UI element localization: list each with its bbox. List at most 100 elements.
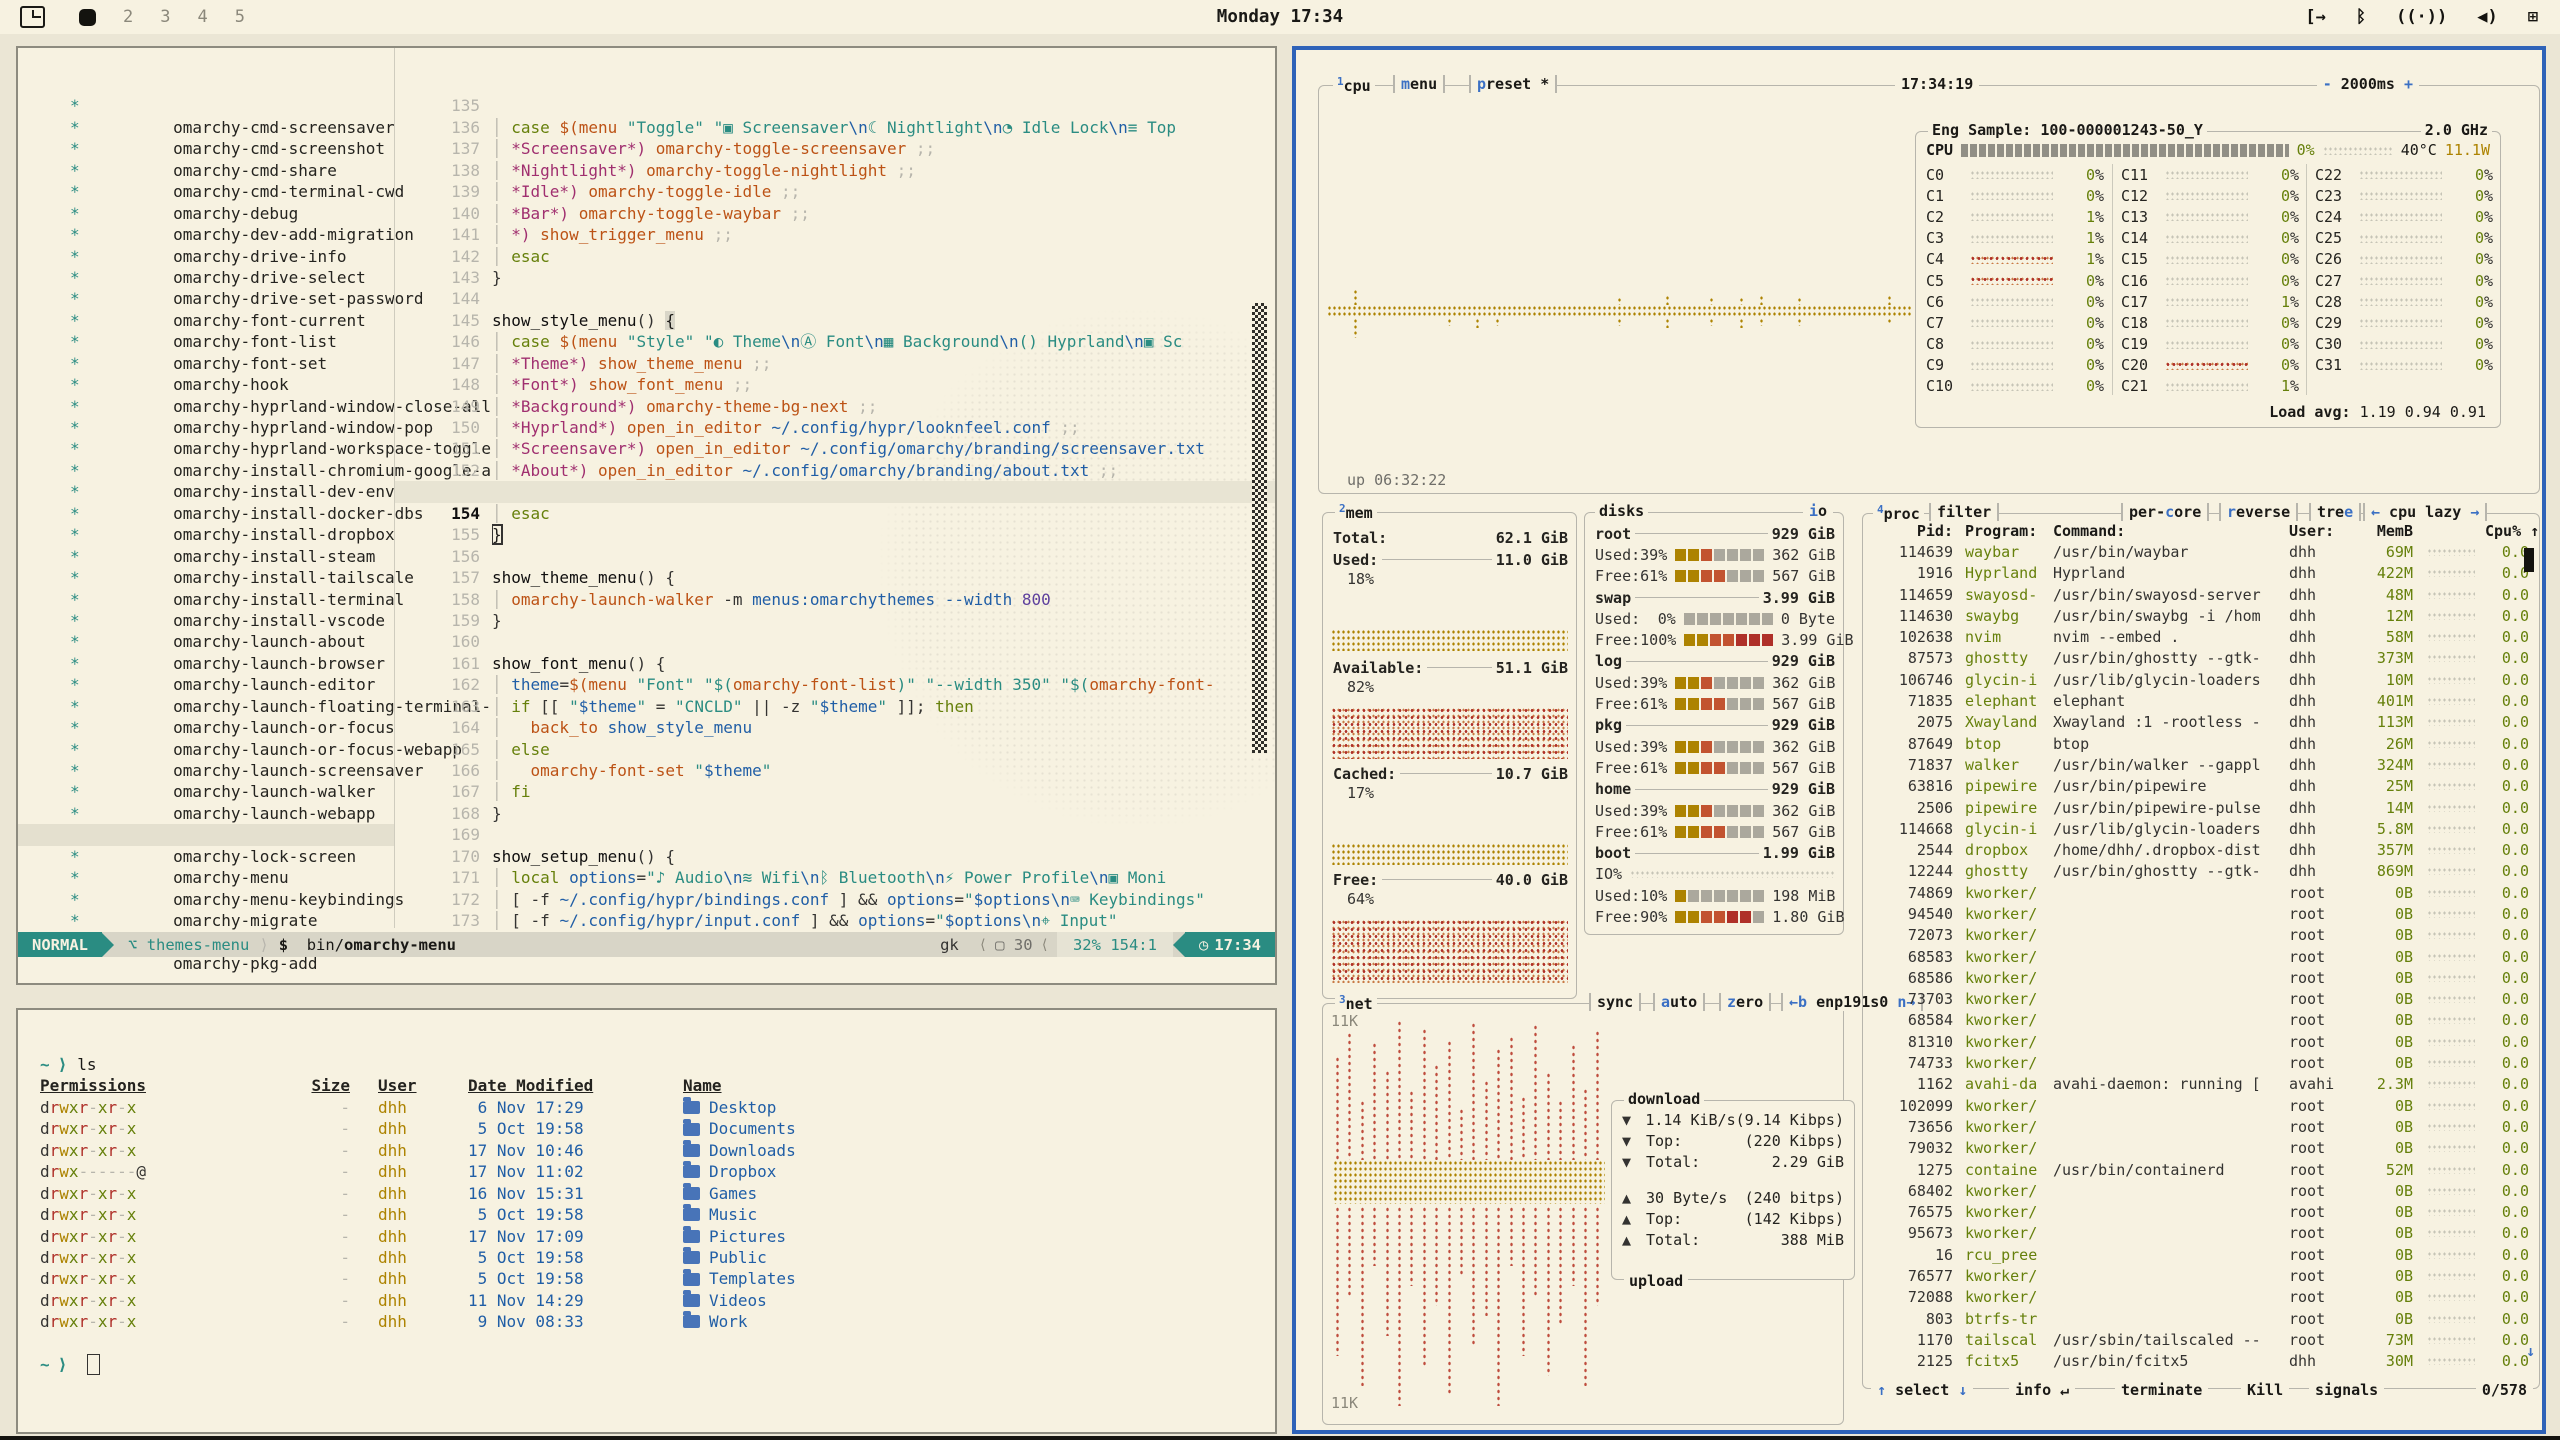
directory-name[interactable]: Games	[683, 1183, 757, 1204]
file-list-item[interactable]: * omarchy-launch-floating-terminal-	[18, 653, 394, 674]
disk-entry[interactable]: boot1.99 GiB IO% Used:10%198 MiB Free:90…	[1595, 842, 1835, 927]
file-list-item[interactable]: * omarchy-migrate	[18, 867, 394, 888]
directory-name[interactable]: Dropbox	[683, 1161, 776, 1182]
zero-button[interactable]: zero	[1719, 993, 1771, 1011]
process-row[interactable]: 114668 glycin-i /usr/lib/glycin-loaders …	[1863, 818, 2539, 839]
file-list-item[interactable]: * omarchy-install-dropbox	[18, 481, 394, 502]
directory-name[interactable]: Work	[683, 1311, 748, 1332]
terminate-button[interactable]: terminate	[2115, 1381, 2208, 1399]
process-row[interactable]: 87649 btop btop dhh 26M 0.0	[1863, 733, 2539, 754]
process-row[interactable]: 74733 kworker/ root 0B 0.0	[1863, 1052, 2539, 1073]
directory-name[interactable]: Templates	[683, 1268, 796, 1289]
code-buffer[interactable]: 135 │ case $(menu "Toggle" "▣ Screensave…	[395, 74, 1275, 932]
sync-button[interactable]: sync	[1589, 993, 1641, 1011]
directory-name[interactable]: Videos	[683, 1290, 767, 1311]
file-list-item[interactable]: * omarchy-font-list	[18, 288, 394, 309]
preset-button[interactable]: preset *	[1469, 75, 1557, 93]
prompt-line[interactable]: ~ ⟩	[40, 1354, 1265, 1375]
process-row[interactable]: 68583 kworker/ root 0B 0.0	[1863, 946, 2539, 967]
cpu-tray-icon[interactable]: ⊞	[2528, 7, 2538, 27]
file-list-item[interactable]: * omarchy-install-dev-env	[18, 438, 394, 459]
screencast-icon[interactable]: [→	[2305, 7, 2325, 27]
disk-entry[interactable]: root929 GiB Used:39%362 GiB Free:61%567 …	[1595, 523, 1835, 587]
process-row[interactable]: 71835 elephant elephant dhh 401M 0.0	[1863, 690, 2539, 711]
process-row[interactable]: 73656 kworker/ root 0B 0.0	[1863, 1116, 2539, 1137]
file-list-item[interactable]: * omarchy-launch-or-focus-webapp	[18, 696, 394, 717]
kill-button[interactable]: Kill	[2241, 1381, 2289, 1399]
file-list-item[interactable]: * omarchy-launch-screensaver	[18, 717, 394, 738]
info-button[interactable]: info ↵	[2009, 1381, 2075, 1399]
volume-icon[interactable]: ◀)	[2477, 7, 2497, 27]
file-list-item[interactable]: * omarchy-menu-keybindings	[18, 846, 394, 867]
file-list-item[interactable]: * omarchy-launch-webapp	[18, 760, 394, 781]
directory-name[interactable]: Music	[683, 1204, 757, 1225]
file-list-item[interactable]: * omarchy-pkg-add	[18, 910, 394, 931]
io-mode-button[interactable]: io	[1803, 502, 1833, 520]
file-list-item[interactable]: * omarchy-menu	[18, 824, 394, 845]
file-list-item[interactable]: * omarchy-lock-screen	[18, 803, 394, 824]
file-list-item[interactable]: * omarchy-launch-wifi	[18, 781, 394, 802]
workspace-1-active[interactable]	[79, 9, 96, 26]
file-list-item[interactable]: * omarchy-hyprland-window-pop	[18, 374, 394, 395]
process-row[interactable]: 68586 kworker/ root 0B 0.0	[1863, 967, 2539, 988]
process-row[interactable]: 12244 ghostty /usr/bin/ghostty --gtk- dh…	[1863, 861, 2539, 882]
omarchy-logo-icon[interactable]	[20, 6, 45, 28]
file-list-item[interactable]: * omarchy-cmd-terminal-cwd	[18, 138, 394, 159]
process-row[interactable]: 1170 tailscal /usr/sbin/tailscaled -- ro…	[1863, 1329, 2539, 1350]
file-list-item[interactable]: * omarchy-launch-walker	[18, 739, 394, 760]
sort-selector[interactable]: ← cpu lazy →	[2363, 503, 2487, 521]
file-list-item[interactable]: * omarchy-hyprland-window-close-all	[18, 353, 394, 374]
file-list-item[interactable]: * omarchy-drive-set-password	[18, 246, 394, 267]
process-row[interactable]: 803 btrfs-tr root 0B 0.0	[1863, 1308, 2539, 1329]
file-list-item[interactable]: * omarchy-font-set	[18, 310, 394, 331]
process-row[interactable]: 72073 kworker/ root 0B 0.0	[1863, 925, 2539, 946]
workspace-button[interactable]: 4	[198, 7, 208, 27]
process-row[interactable]: 114630 swaybg /usr/bin/swaybg -i /hom dh…	[1863, 605, 2539, 626]
process-row[interactable]: 76577 kworker/ root 0B 0.0	[1863, 1265, 2539, 1286]
process-row[interactable]: 2075 Xwayland Xwayland :1 -rootless - dh…	[1863, 712, 2539, 733]
process-row[interactable]: 1275 containe /usr/bin/containerd root 5…	[1863, 1159, 2539, 1180]
process-row[interactable]: 68402 kworker/ root 0B 0.0	[1863, 1180, 2539, 1201]
process-row[interactable]: 81310 kworker/ root 0B 0.0	[1863, 1031, 2539, 1052]
file-list-item[interactable]: * omarchy-launch-editor	[18, 631, 394, 652]
btop-window[interactable]: 1cpu menu preset * 17:34:19 - 2000ms + u…	[1292, 46, 2546, 1434]
file-list-item[interactable]: * omarchy-cmd-screenshot	[18, 95, 394, 116]
disk-entry[interactable]: pkg929 GiB Used:39%362 GiB Free:61%567 G…	[1595, 715, 1835, 779]
disk-entry[interactable]: home929 GiB Used:39%362 GiB Free:61%567 …	[1595, 779, 1835, 843]
process-row[interactable]: 102638 nvim nvim --embed . dhh 58M 0.0	[1863, 626, 2539, 647]
process-row[interactable]: 73703 kworker/ root 0B 0.0	[1863, 989, 2539, 1010]
process-row[interactable]: 68584 kworker/ root 0B 0.0	[1863, 1010, 2539, 1031]
file-list-item[interactable]: * omarchy-drive-info	[18, 203, 394, 224]
file-list-item[interactable]: * omarchy-notification-dismiss	[18, 889, 394, 910]
filter-button[interactable]: filter	[1929, 503, 1999, 521]
file-list-item[interactable]: * omarchy-font-current	[18, 267, 394, 288]
file-list-item[interactable]: * omarchy-install-vscode	[18, 567, 394, 588]
menu-button[interactable]: menu	[1393, 75, 1445, 93]
terminal-window[interactable]: ~ ⟩ ls Permissions Size User Date Modifi…	[16, 1008, 1277, 1434]
process-row[interactable]: 114659 swayosd- /usr/bin/swayosd-server …	[1863, 584, 2539, 605]
select-buttons[interactable]: ↑ select ↓	[1871, 1381, 1973, 1399]
disk-entry[interactable]: swap3.99 GiB Used:0%0 Byte Free:100%3.99…	[1595, 587, 1835, 651]
file-list-item[interactable]: * omarchy-install-docker-dbs	[18, 460, 394, 481]
network-icon[interactable]: ((·))	[2396, 7, 2447, 27]
directory-name[interactable]: Documents	[683, 1118, 796, 1139]
process-row[interactable]: 2125 fcitx5 /usr/bin/fcitx5 dhh 30M 0.0	[1863, 1351, 2539, 1372]
workspace-button[interactable]: 2	[123, 7, 133, 27]
update-interval[interactable]: - 2000ms +	[2317, 75, 2419, 93]
signals-button[interactable]: signals	[2309, 1381, 2384, 1399]
directory-name[interactable]: Public	[683, 1247, 767, 1268]
file-list-item[interactable]: * omarchy-launch-or-focus	[18, 674, 394, 695]
process-row[interactable]: 63816 pipewire /usr/bin/pipewire dhh 25M…	[1863, 776, 2539, 797]
workspace-button[interactable]: 3	[160, 7, 170, 27]
proc-scrollbar[interactable]	[2524, 548, 2534, 572]
reverse-button[interactable]: reverse	[2219, 503, 2298, 521]
file-list-item[interactable]: * omarchy-launch-about	[18, 589, 394, 610]
workspace-button[interactable]: 5	[235, 7, 245, 27]
directory-name[interactable]: Desktop	[683, 1097, 776, 1118]
editor-scrollbar[interactable]	[1252, 303, 1267, 753]
file-list-item[interactable]: * omarchy-install-tailscale	[18, 524, 394, 545]
file-list-item[interactable]: * omarchy-hyprland-workspace-toggle	[18, 396, 394, 417]
process-row[interactable]: 2506 pipewire /usr/bin/pipewire-pulse dh…	[1863, 797, 2539, 818]
file-list-item[interactable]: * omarchy-dev-add-migration	[18, 181, 394, 202]
directory-name[interactable]: Downloads	[683, 1140, 796, 1161]
